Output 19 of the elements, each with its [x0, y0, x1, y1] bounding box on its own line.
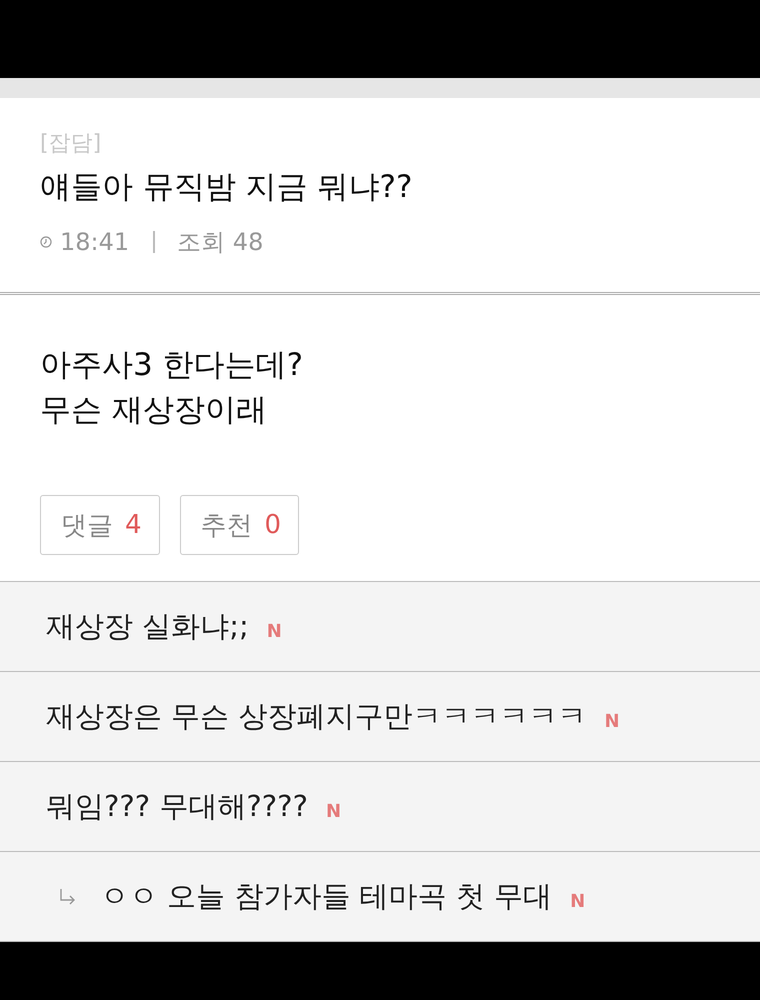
view-count: 조회 48 [177, 227, 264, 258]
new-label: N [266, 621, 282, 642]
post-time: 18:41 [60, 228, 130, 256]
count-button[interactable]: 추천 0 [180, 495, 300, 555]
comment-text: 재상장 실화냐;; [46, 608, 249, 644]
comment-text: 재상장은 무슨 상장폐지구만ㅋㅋㅋㅋㅋㅋ [46, 698, 586, 734]
clock-icon [40, 236, 52, 248]
comment-text: ㅇㅇ 오늘 참가자들 테마곡 첫 무대 [100, 878, 552, 914]
new-label: N [326, 801, 342, 822]
post-body: 아주사3 한다는데? 무슨 재상장이래 [40, 346, 304, 430]
count-button[interactable]: 댓글 4 [40, 495, 160, 555]
post-title: 얘들아 뮤직밤 지금 뭐냐?? [40, 168, 414, 207]
new-label: N [604, 711, 620, 732]
comment-row[interactable]: ㅇㅇ 오늘 참가자들 테마곡 첫 무대 N [0, 852, 760, 942]
comment-row[interactable]: 재상장은 무슨 상장폐지구만ㅋㅋㅋㅋㅋㅋ N [0, 672, 760, 762]
comment-row[interactable]: 뭐임??? 무대해???? N [0, 762, 760, 852]
comment-row[interactable]: 재상장 실화냐;; N [0, 582, 760, 672]
comment-text: 뭐임??? 무대해???? [46, 788, 308, 824]
new-label: N [570, 891, 586, 912]
